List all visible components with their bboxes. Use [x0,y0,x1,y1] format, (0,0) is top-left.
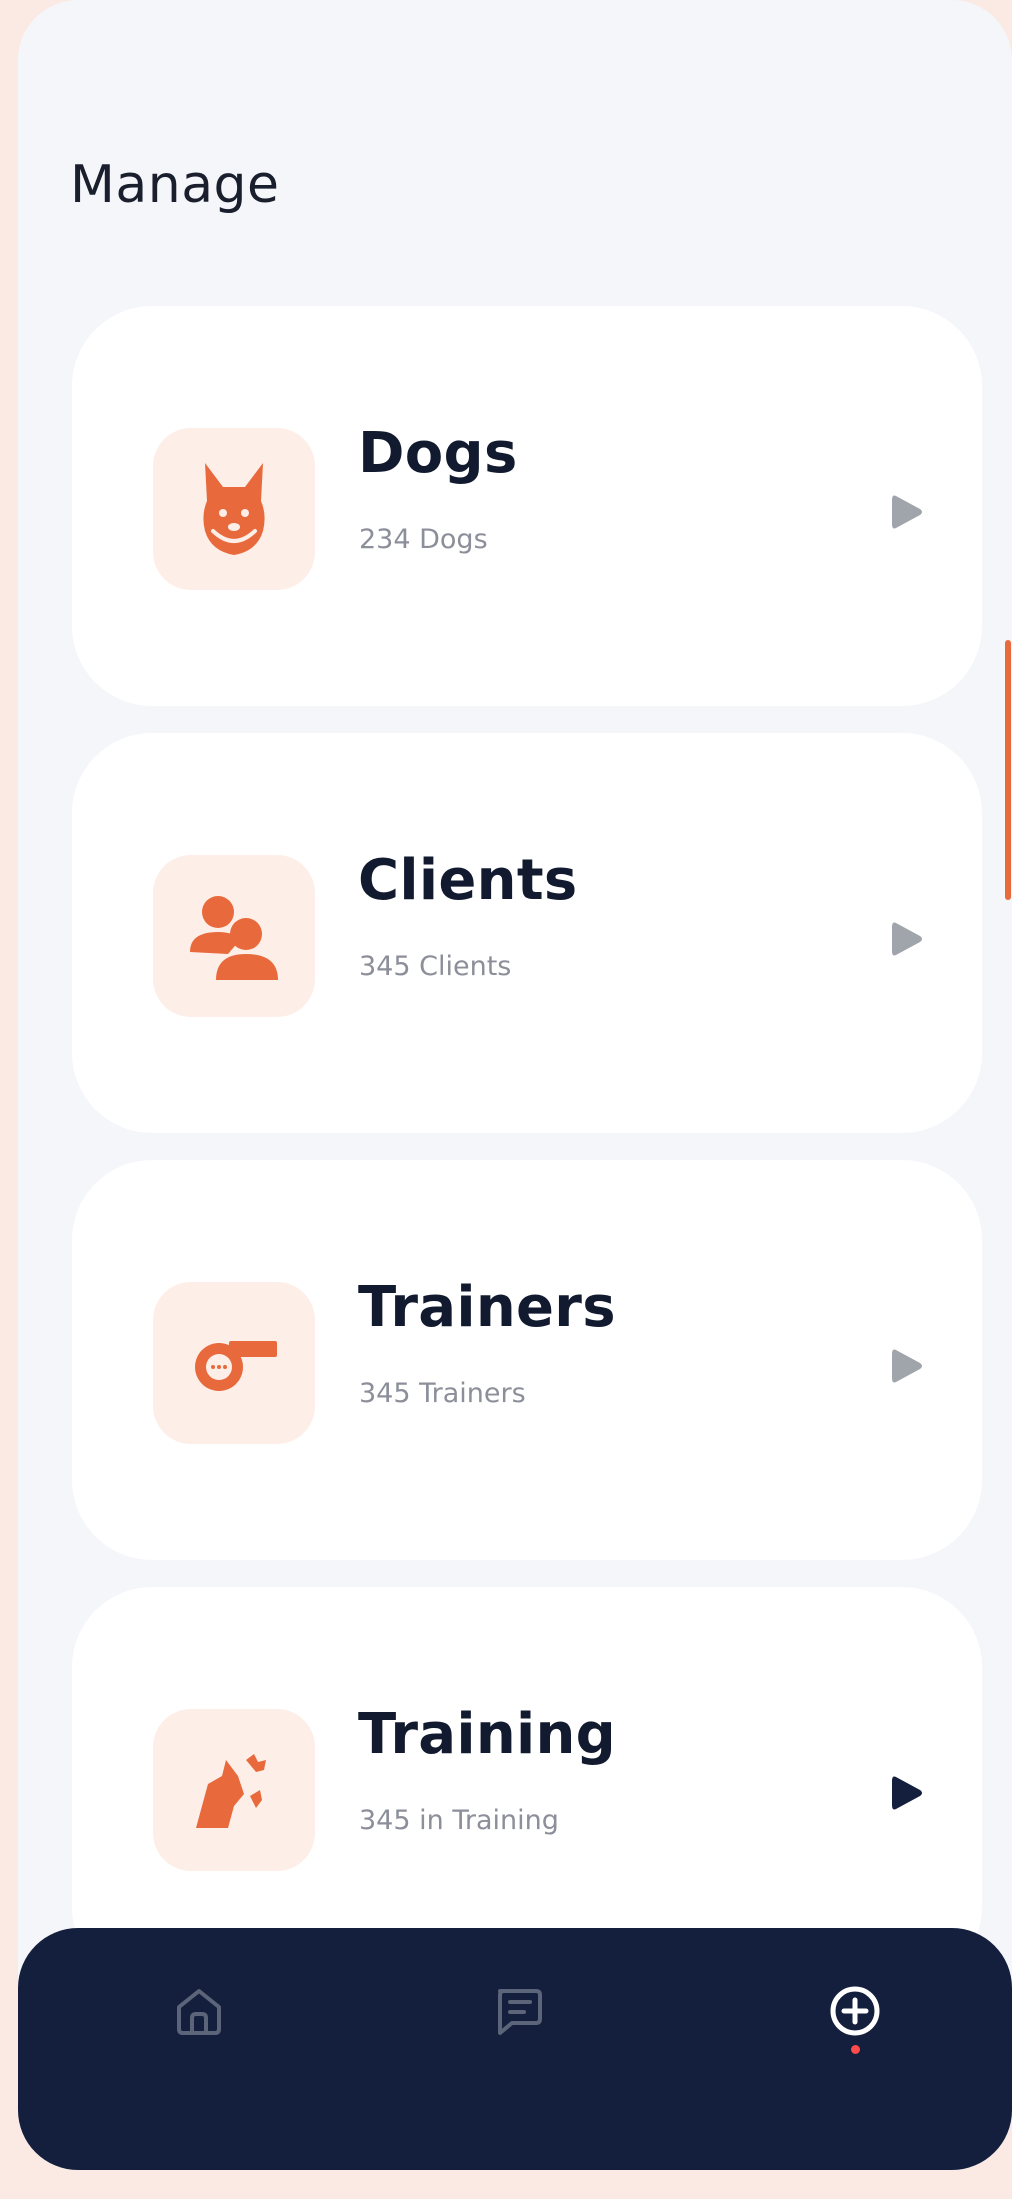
nav-messages[interactable] [483,1976,553,2046]
active-indicator-dot [851,2045,860,2054]
card-title: Training [358,1702,617,1767]
chevron-right-icon[interactable] [890,1773,924,1813]
card-subtitle: 345 Trainers [359,1378,526,1409]
dog-training-icon [196,1754,266,1828]
manage-card-clients[interactable]: Clients 345 Clients [72,733,982,1133]
manage-card-training[interactable]: Training 345 in Training [72,1587,982,1987]
app-screen: Manage Dogs 234 Dogs Clients 345 Clients… [18,0,1012,2170]
add-circle-icon [830,1986,880,2036]
chevron-right-icon[interactable] [890,1346,924,1386]
whistle-icon [195,1341,277,1391]
card-subtitle: 345 Clients [359,951,512,982]
clients-icon [190,896,278,980]
card-subtitle: 234 Dogs [359,524,488,555]
clients-icon-tile [153,855,315,1017]
home-icon [177,1989,221,2035]
nav-home[interactable] [164,1976,234,2046]
nav-add[interactable] [820,1976,890,2046]
page-title: Manage [70,155,280,215]
card-title: Clients [358,848,578,913]
chevron-right-icon[interactable] [890,919,924,959]
card-subtitle: 345 in Training [359,1805,559,1836]
dog-icon-tile [153,428,315,590]
chat-icon [498,1989,542,2035]
decorative-accent-line [1005,640,1011,900]
chevron-right-icon[interactable] [890,492,924,532]
card-title: Dogs [358,421,518,486]
manage-card-dogs[interactable]: Dogs 234 Dogs [72,306,982,706]
bottom-nav [18,1928,1012,2170]
card-title: Trainers [358,1275,616,1340]
dog-icon [203,463,265,555]
dog-training-icon-tile [153,1709,315,1871]
whistle-icon-tile [153,1282,315,1444]
manage-card-trainers[interactable]: Trainers 345 Trainers [72,1160,982,1560]
